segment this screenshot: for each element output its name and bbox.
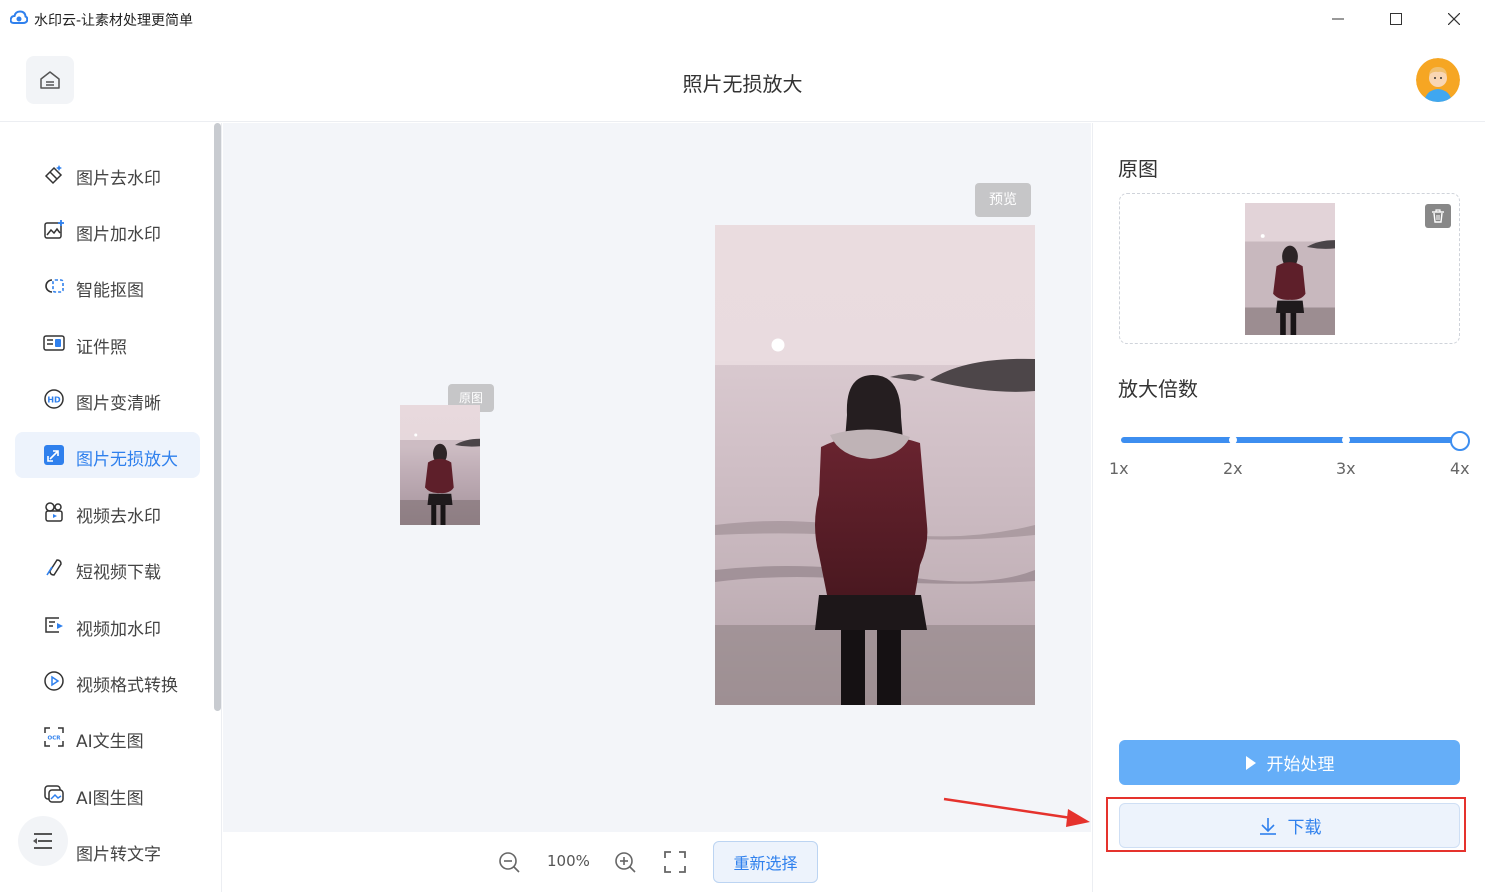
sidebar-item-smart-cutout[interactable]: 智能抠图 <box>15 263 200 309</box>
play-circle-icon <box>44 671 64 691</box>
maximize-icon <box>1390 13 1402 25</box>
minimize-button[interactable] <box>1309 0 1367 38</box>
fullscreen-icon[interactable] <box>663 850 687 874</box>
close-icon <box>1448 13 1460 25</box>
slider-track <box>1121 437 1461 443</box>
beach-girl-image <box>400 405 480 525</box>
sidebar-item-image-add-watermark[interactable]: 图片加水印 <box>15 207 200 253</box>
sidebar-item-image-remove-watermark[interactable]: 图片去水印 <box>15 151 200 197</box>
video-eraser-icon <box>45 502 63 522</box>
eraser-icon <box>44 165 63 185</box>
video-add-icon <box>45 617 63 633</box>
sidebar-item-video-convert[interactable]: 视频格式转换 <box>15 658 200 704</box>
maximize-button[interactable] <box>1367 0 1425 38</box>
sidebar-item-video-remove-watermark[interactable]: 视频去水印 <box>15 489 200 535</box>
reselect-button[interactable]: 重新选择 <box>713 841 818 883</box>
zoom-in-icon[interactable] <box>613 850 637 874</box>
original-section-title: 原图 <box>1118 157 1158 181</box>
beach-girl-image-large <box>715 225 1035 705</box>
scale-tick-1x[interactable]: 1x <box>1109 459 1129 478</box>
slider-thumb[interactable] <box>1450 431 1470 451</box>
slider-step-3x <box>1342 436 1350 444</box>
annotation-arrow-icon <box>943 797 1090 827</box>
beach-girl-thumb <box>1245 203 1335 335</box>
cutout-icon <box>45 279 64 293</box>
zoom-level: 100% <box>547 852 590 870</box>
scale-tick-2x[interactable]: 2x <box>1223 459 1243 478</box>
delete-button[interactable] <box>1425 204 1451 228</box>
sidebar-item-hd[interactable]: HD 图片变清晰 <box>15 376 200 422</box>
annotation-highlight-box <box>1106 797 1466 852</box>
sidebar-item-ai-image-to-image[interactable]: AI图生图 <box>15 771 200 817</box>
preview-tag: 预览 <box>975 183 1031 217</box>
trash-icon <box>1432 209 1444 223</box>
window-title: 水印云-让素材处理更简单 <box>34 13 194 29</box>
image-stack-icon <box>44 785 64 803</box>
sidebar-item-id-photo[interactable]: 证件照 <box>15 320 200 366</box>
image-add-icon <box>44 220 64 239</box>
start-button-label: 开始处理 <box>1266 755 1335 775</box>
user-avatar-icon <box>1416 58 1460 102</box>
minimize-icon <box>1332 18 1344 20</box>
preview-canvas: 原图 预览 <box>223 123 1091 832</box>
svg-text:HD: HD <box>47 396 61 405</box>
close-button[interactable] <box>1425 0 1483 38</box>
play-icon <box>1245 755 1256 770</box>
enlarge-icon <box>44 445 64 465</box>
menu-collapse-icon <box>33 833 52 849</box>
svg-text:OCR: OCR <box>48 736 62 742</box>
zoom-out-icon[interactable] <box>497 850 521 874</box>
original-thumbnail <box>400 405 480 525</box>
sidebar-item-video-add-watermark[interactable]: 视频加水印 <box>15 602 200 648</box>
slider-step-2x <box>1229 436 1237 444</box>
original-image-box[interactable] <box>1119 193 1460 344</box>
scale-section-title: 放大倍数 <box>1118 377 1198 401</box>
hd-icon: HD <box>44 389 64 409</box>
sidebar-scrollbar[interactable] <box>214 123 221 711</box>
sidebar-item-short-video-download[interactable]: 短视频下载 <box>15 545 200 591</box>
sidebar-item-enlarge[interactable]: 图片无损放大 <box>15 432 200 478</box>
title-bar: 水印云-让素材处理更简单 <box>0 0 1485 38</box>
scale-tick-3x[interactable]: 3x <box>1336 459 1356 478</box>
app-logo-icon <box>10 10 28 24</box>
start-processing-button[interactable]: 开始处理 <box>1119 740 1460 785</box>
avatar[interactable] <box>1416 58 1460 102</box>
scale-slider[interactable] <box>1121 431 1470 451</box>
scale-tick-4x[interactable]: 4x <box>1450 459 1470 478</box>
header: 照片无损放大 <box>0 38 1485 122</box>
sidebar: 图片去水印 图片加水印 智能抠图 证件照 HD 图片变清晰 图片无损放大 视频去… <box>0 123 222 892</box>
page-title: 照片无损放大 <box>682 72 803 96</box>
collapse-sidebar-button[interactable] <box>18 816 68 866</box>
id-card-icon <box>43 335 65 351</box>
sidebar-item-ai-text-to-image[interactable]: OCR AI文生图 <box>15 714 200 760</box>
ocr-frame-icon: OCR <box>44 727 64 747</box>
settings-panel: 原图 放大倍数 1x 2x 3x 4x 开始处理 下载 <box>1092 123 1485 892</box>
enlarged-preview-image <box>715 225 1035 705</box>
canvas-toolbar: 100% 重新选择 <box>223 832 1091 892</box>
original-image-preview <box>1245 203 1335 335</box>
link-icon <box>46 559 62 576</box>
